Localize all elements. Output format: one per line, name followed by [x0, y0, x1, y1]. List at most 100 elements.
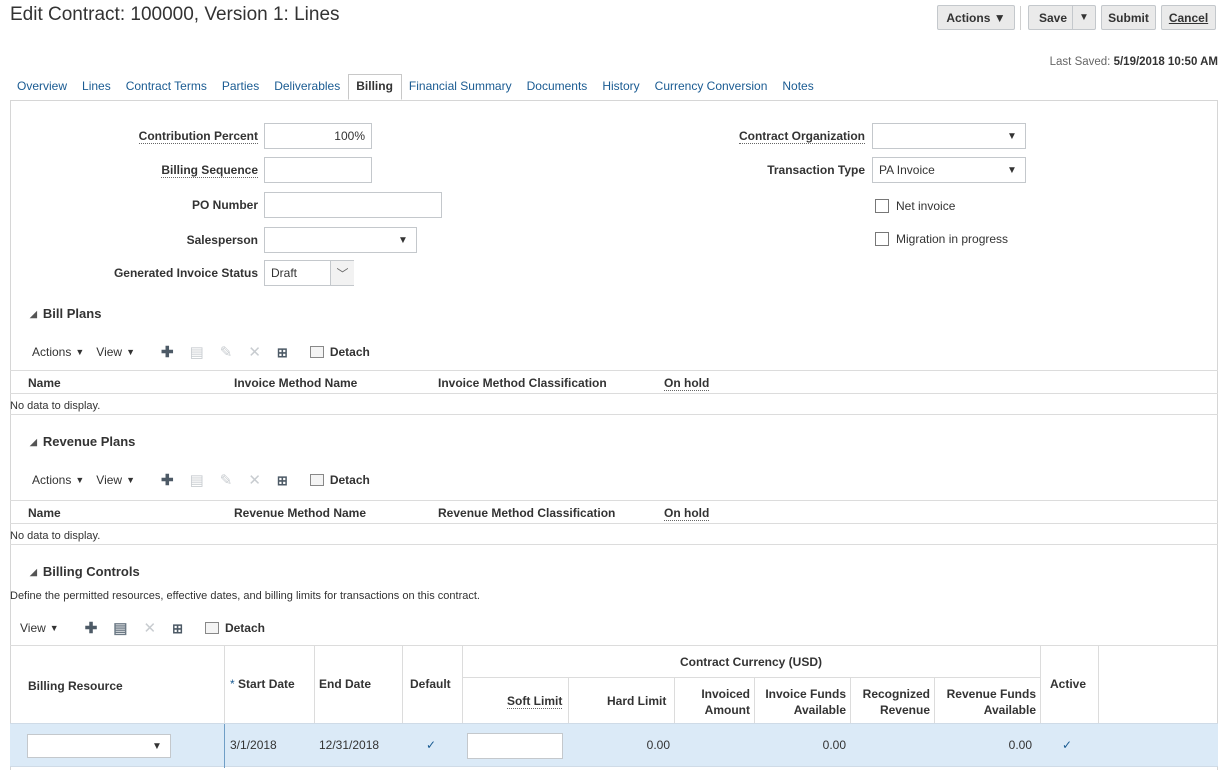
freeze-columns-icon[interactable]: ⊞ — [172, 621, 183, 636]
pencil-icon[interactable]: ✎ — [220, 473, 233, 488]
delete-icon[interactable]: ✕ — [248, 345, 261, 360]
billing-controls-header[interactable]: ◢ Billing Controls — [30, 564, 140, 579]
tab-lines[interactable]: Lines — [75, 74, 119, 100]
column-header-invoice-funds-available[interactable]: Invoice Funds Available — [754, 686, 846, 718]
column-header[interactable]: Invoice Method Classification — [438, 376, 607, 390]
view-label: View — [96, 345, 123, 359]
column-group-contract-currency: Contract Currency (USD) — [679, 655, 823, 669]
add-icon[interactable]: ✚ — [161, 345, 174, 360]
billing-resource-select[interactable]: ▼ — [27, 734, 171, 758]
add-icon[interactable]: ✚ — [85, 621, 98, 636]
column-header-default[interactable]: Default — [410, 677, 451, 691]
chevron-down-icon[interactable]: ▼ — [144, 735, 170, 757]
chevron-down-icon[interactable]: ▼ — [999, 158, 1025, 182]
divider — [462, 677, 1040, 678]
column-header[interactable]: Revenue Method Name — [234, 506, 366, 520]
bill-plans-header[interactable]: ◢ Bill Plans — [30, 306, 101, 321]
last-saved-label: Last Saved: — [1049, 56, 1111, 68]
column-header[interactable]: On hold — [664, 376, 710, 391]
header-line: Available — [793, 703, 846, 717]
detach-button[interactable]: Detach — [204, 621, 265, 635]
actions-menu-button[interactable]: Actions ▼ — [937, 5, 1015, 30]
collapse-triangle-icon[interactable]: ◢ — [30, 309, 37, 319]
tab-contract-terms[interactable]: Contract Terms — [119, 74, 215, 100]
submit-button[interactable]: Submit — [1101, 5, 1156, 30]
split-divider — [1072, 6, 1073, 29]
revenue-plans-view-menu[interactable]: View ▼ — [96, 473, 135, 487]
last-saved: Last Saved: 5/19/2018 10:50 AM — [1050, 56, 1218, 68]
edit-list-icon[interactable]: ▤ — [190, 345, 204, 360]
check-icon: ✓ — [426, 738, 437, 752]
column-header-revenue-funds-available[interactable]: Revenue Funds Available — [934, 686, 1036, 718]
migration-checkbox[interactable] — [875, 232, 889, 246]
required-icon: * — [230, 677, 235, 691]
detach-button[interactable]: Detach — [309, 345, 370, 359]
delete-icon[interactable]: ✕ — [143, 621, 156, 636]
tab-currency-conversion[interactable]: Currency Conversion — [648, 74, 776, 100]
actions-label: Actions — [32, 345, 72, 359]
tab-history[interactable]: History — [595, 74, 647, 100]
chevron-down-icon[interactable]: ﹀ — [330, 261, 354, 285]
save-split-button[interactable]: Save ▼ — [1028, 5, 1096, 30]
net-invoice-checkbox[interactable] — [875, 199, 889, 213]
po-number-input[interactable] — [264, 192, 442, 218]
table-row[interactable]: ▼ 3/1/2018 12/31/2018 ✓ 0.00 0.00 0.00 ✓ — [10, 723, 1218, 768]
column-header-start-date[interactable]: * Start Date — [230, 677, 295, 691]
tab-parties[interactable]: Parties — [215, 74, 267, 100]
delete-icon[interactable]: ✕ — [248, 473, 261, 488]
collapse-triangle-icon[interactable]: ◢ — [30, 437, 37, 447]
divider — [568, 677, 569, 723]
soft-limit-input[interactable] — [467, 733, 563, 759]
column-header-invoiced-amount[interactable]: Invoiced Amount — [674, 686, 750, 718]
pencil-icon[interactable]: ✎ — [220, 345, 233, 360]
freeze-columns-icon[interactable]: ⊞ — [277, 473, 288, 488]
column-header-hard-limit[interactable]: Hard Limit — [607, 694, 666, 708]
detach-button[interactable]: Detach — [309, 473, 370, 487]
column-header[interactable]: Revenue Method Classification — [438, 506, 615, 520]
revenue-plans-header[interactable]: ◢ Revenue Plans — [30, 434, 135, 449]
tab-notes[interactable]: Notes — [775, 74, 821, 100]
column-header-active[interactable]: Active — [1050, 677, 1086, 691]
column-header[interactable]: On hold — [664, 506, 710, 521]
revenue-plans-actions-menu[interactable]: Actions ▼ — [32, 473, 84, 487]
tab-overview[interactable]: Overview — [10, 74, 75, 100]
save-button[interactable]: Save — [1029, 11, 1071, 25]
contribution-percent-label: Contribution Percent — [138, 129, 258, 144]
bill-plans-toolbar: Actions ▼ View ▼ ✚ ▤ ✎ ✕ ⊞ Detach — [32, 342, 370, 362]
billing-controls-view-menu[interactable]: View ▼ — [20, 621, 59, 635]
column-header-recognized-revenue[interactable]: Recognized Revenue — [850, 686, 930, 718]
tab-financial-summary[interactable]: Financial Summary — [402, 74, 520, 100]
header-line: Amount — [704, 703, 750, 717]
collapse-triangle-icon[interactable]: ◢ — [30, 567, 37, 577]
freeze-columns-icon[interactable]: ⊞ — [277, 345, 288, 360]
bill-plans-actions-menu[interactable]: Actions ▼ — [32, 345, 84, 359]
contract-organization-select[interactable]: ▼ — [872, 123, 1026, 149]
detach-label: Detach — [329, 473, 370, 487]
tab-deliverables[interactable]: Deliverables — [267, 74, 348, 100]
detach-label: Detach — [329, 345, 370, 359]
bill-plans-view-menu[interactable]: View ▼ — [96, 345, 135, 359]
salesperson-select[interactable]: ▼ — [264, 227, 417, 253]
detach-icon — [309, 474, 324, 486]
column-header[interactable]: Name — [28, 376, 61, 390]
edit-list-icon[interactable]: ▤ — [190, 473, 204, 488]
column-header-soft-limit[interactable]: Soft Limit — [507, 694, 563, 709]
add-icon[interactable]: ✚ — [161, 473, 174, 488]
tab-documents[interactable]: Documents — [520, 74, 596, 100]
contribution-percent-input[interactable]: 100% — [264, 123, 372, 149]
column-header[interactable]: Name — [28, 506, 61, 520]
billing-sequence-input[interactable] — [264, 157, 372, 183]
view-label: View — [96, 473, 123, 487]
tab-billing[interactable]: Billing — [348, 74, 402, 100]
chevron-down-icon[interactable]: ▼ — [999, 124, 1025, 148]
header-line: Revenue Funds — [946, 687, 1036, 701]
edit-list-icon[interactable]: ▤ — [113, 621, 127, 636]
column-header[interactable]: Invoice Method Name — [234, 376, 357, 390]
header-line: Recognized — [862, 687, 930, 701]
chevron-down-icon[interactable]: ▼ — [390, 228, 416, 252]
cancel-button[interactable]: Cancel — [1161, 5, 1216, 30]
column-header-end-date[interactable]: End Date — [319, 677, 371, 691]
save-menu-icon[interactable]: ▼ — [1079, 12, 1089, 23]
column-header-billing-resource[interactable]: Billing Resource — [28, 679, 123, 693]
transaction-type-select[interactable]: PA Invoice ▼ — [872, 157, 1026, 183]
